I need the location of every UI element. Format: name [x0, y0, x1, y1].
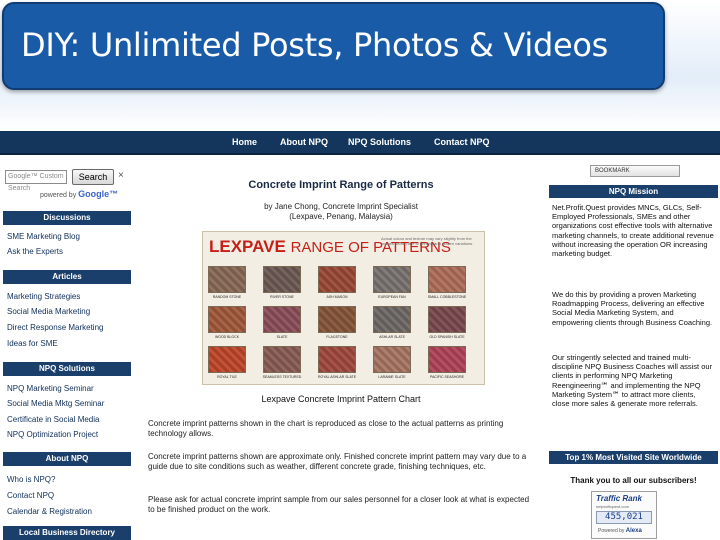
sidebar-link[interactable]: NPQ Marketing Seminar: [7, 384, 94, 393]
pattern-swatch-label: ROYAL TILE: [217, 375, 237, 379]
pattern-swatch-label: ROYAL ASHLAR SLATE: [317, 375, 357, 379]
sidebar-link[interactable]: SME Marketing Blog: [7, 232, 80, 241]
pattern-swatch: [208, 266, 246, 293]
pattern-swatch: [263, 266, 301, 293]
pattern-swatch: [318, 306, 356, 333]
pattern-swatch: [208, 306, 246, 333]
sidebar-link[interactable]: Marketing Strategies: [7, 292, 80, 301]
pattern-swatch-label: FLAGSTONE: [326, 335, 348, 339]
pattern-swatch: [428, 346, 466, 373]
pattern-swatch-label: RANDOM STONE: [212, 295, 242, 299]
sidebar-heading-discussions: Discussions: [3, 211, 131, 225]
chart-caption: Lexpave Concrete Imprint Pattern Chart: [261, 394, 421, 404]
mission-paragraph: Our stringently selected and trained mul…: [552, 353, 713, 409]
slide-header: DIY: Unlimited Posts, Photos & Videos: [0, 0, 720, 130]
sidebar-heading-articles: Articles: [3, 270, 131, 284]
top-navigation: Home About NPQ NPQ Solutions Contact NPQ: [0, 131, 720, 155]
pattern-swatch: [318, 346, 356, 373]
pattern-swatch: [208, 346, 246, 373]
body-paragraph: Concrete imprint patterns shown in the c…: [148, 419, 504, 438]
mission-paragraph: We do this by providing a proven Marketi…: [552, 290, 713, 327]
powered-by-google: powered by Google™: [40, 189, 119, 199]
sidebar-heading-about: About NPQ: [3, 452, 131, 466]
sidebar-link[interactable]: Direct Response Marketing: [7, 323, 103, 332]
main-content: Concrete Imprint Range of Patterns by Ja…: [140, 157, 542, 540]
pattern-swatch: [318, 266, 356, 293]
sidebar-heading-solutions: NPQ Solutions: [3, 362, 131, 376]
pattern-swatch-label: EUROPEAN FAN: [378, 295, 406, 299]
pattern-swatch-label: WOOD BLOCK: [214, 335, 240, 339]
pattern-swatch: [428, 266, 466, 293]
page-title: Concrete Imprint Range of Patterns: [248, 179, 434, 191]
mission-paragraph: Net.Profit.Quest provides MNCs, GLCs, Se…: [552, 203, 714, 259]
sidebar-link[interactable]: Calendar & Registration: [7, 507, 92, 516]
pattern-swatch: [263, 346, 301, 373]
pattern-swatch-label: OLD SPANISH SLATE: [429, 335, 465, 339]
google-search-box: Google™ Custom Search Search × powered b…: [4, 169, 132, 205]
traffic-site-label: netprofitquest.com: [596, 504, 629, 509]
sidebar-link[interactable]: Ask the Experts: [7, 247, 63, 256]
rank-heading: Top 1% Most Visited Site Worldwide: [549, 451, 718, 464]
powered-by-alexa: Powered by Alexa: [598, 528, 642, 534]
pattern-swatch-label: LARAMIE SLATE: [378, 375, 406, 379]
nav-about[interactable]: About NPQ: [280, 137, 328, 147]
pattern-swatch: [373, 346, 411, 373]
pattern-swatch: [373, 266, 411, 293]
website-screenshot: Home About NPQ NPQ Solutions Contact NPQ…: [0, 131, 720, 540]
pattern-swatch: [373, 306, 411, 333]
nav-contact[interactable]: Contact NPQ: [434, 137, 490, 147]
nav-solutions[interactable]: NPQ Solutions: [348, 137, 411, 147]
pattern-swatch: [428, 306, 466, 333]
chart-disclaimer: Actual colour and texture may vary sligh…: [381, 236, 474, 246]
pattern-swatch-label: ASHLAR SLATE: [379, 335, 405, 339]
nav-home[interactable]: Home: [232, 137, 257, 147]
search-input[interactable]: Google™ Custom Search: [5, 170, 67, 192]
body-paragraph: Concrete imprint patterns shown are appr…: [148, 452, 527, 471]
sidebar-link[interactable]: Social Media Marketing: [7, 307, 90, 316]
close-icon[interactable]: ×: [118, 170, 124, 181]
sidebar-link[interactable]: Ideas for SME: [7, 339, 58, 348]
slide-title-box: DIY: Unlimited Posts, Photos & Videos: [2, 2, 665, 90]
left-sidebar: Google™ Custom Search Search × powered b…: [0, 157, 135, 540]
body-paragraph: Please ask for actual concrete imprint s…: [148, 495, 530, 514]
pattern-swatch-label: ASH MASON: [326, 295, 348, 299]
sidebar-link[interactable]: NPQ Optimization Project: [7, 430, 98, 439]
sidebar-heading-directory[interactable]: Local Business Directory: [3, 526, 131, 540]
pattern-swatch-label: SLATE: [276, 335, 288, 339]
right-sidebar: BOOKMARK NPQ Mission Net.Profit.Quest pr…: [549, 157, 718, 540]
pattern-chart-image: LEXPAVE RANGE OF PATTERNS Actual colour …: [202, 231, 485, 385]
sidebar-link[interactable]: Certificate in Social Media: [7, 415, 99, 424]
subscriber-thanks: Thank you to all our subscribers!: [570, 476, 697, 485]
pattern-swatch-label: SMALL COBBLESTONE: [427, 295, 467, 299]
sidebar-link[interactable]: Who is NPQ?: [7, 475, 55, 484]
mission-heading: NPQ Mission: [549, 185, 718, 198]
search-button[interactable]: Search: [72, 169, 114, 185]
traffic-rank-label: Traffic Rank: [596, 494, 642, 503]
pattern-swatch-label: RIVER STONE: [270, 295, 294, 299]
slide-title: DIY: Unlimited Posts, Photos & Videos: [21, 26, 609, 64]
pattern-swatch-label: PACIFIC SEASHORE: [430, 375, 464, 379]
sidebar-link[interactable]: Social Media Mktg Seminar: [7, 399, 104, 408]
article-byline: by Jane Chong, Concrete Imprint Speciali…: [264, 202, 418, 221]
bookmark-share-button[interactable]: BOOKMARK: [590, 165, 680, 177]
traffic-rank-value: 455,021: [596, 511, 652, 524]
pattern-swatch: [263, 306, 301, 333]
pattern-swatch-label: SEAMLESS TEXTURED: [262, 375, 302, 379]
alexa-traffic-widget[interactable]: Traffic Rank netprofitquest.com 455,021 …: [591, 491, 657, 539]
sidebar-link[interactable]: Contact NPQ: [7, 491, 54, 500]
